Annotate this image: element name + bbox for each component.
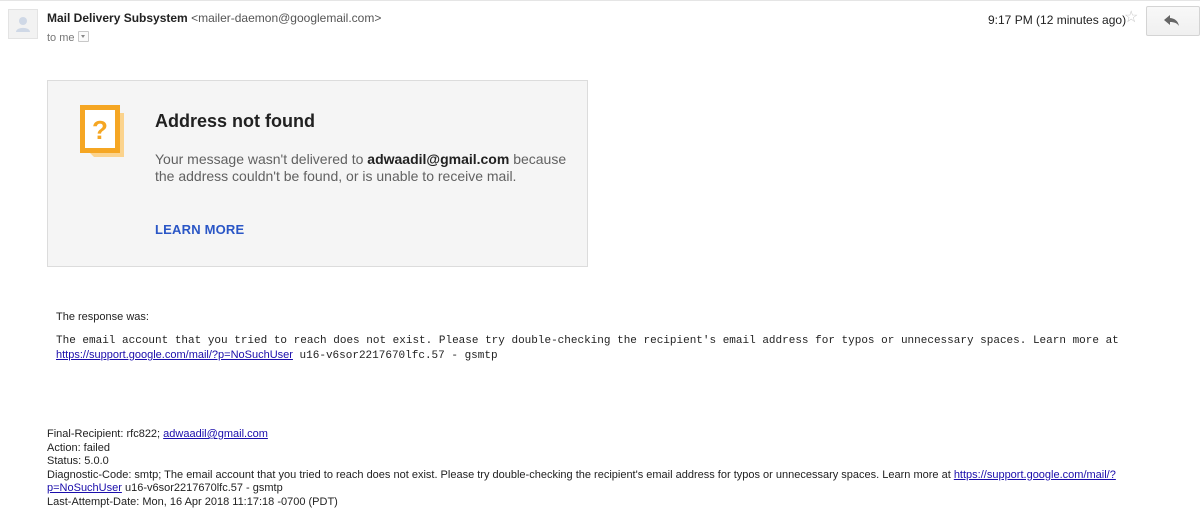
to-me-label: to me — [47, 32, 75, 44]
final-recipient: Final-Recipient: rfc822; adwaadil@gmail.… — [47, 428, 1197, 442]
status-line: Status: 5.0.0 — [47, 455, 109, 467]
sender: Mail Delivery Subsystem <mailer-daemon@g… — [47, 11, 381, 25]
card-message: Your message wasn't delivered to adwaadi… — [155, 151, 575, 185]
diagnostic-line-2: p=NoSuchUser u16-v6sor2217670lfc.57 - gs… — [47, 482, 1197, 496]
diagnostic-link-part2[interactable]: p=NoSuchUser — [47, 482, 122, 494]
question-glyph: ? — [92, 115, 108, 145]
response-body: The email account that you tried to reac… — [56, 334, 1196, 363]
response-line-2: https://support.google.com/mail/?p=NoSuc… — [56, 348, 1196, 363]
response-line-2-rest: u16-v6sor2217670lfc.57 - gsmtp — [292, 350, 498, 362]
action-line: Action: failed — [47, 441, 110, 454]
learn-more-link[interactable]: LEARN MORE — [155, 222, 244, 237]
final-recipient-email[interactable]: adwaadil@gmail.com — [163, 428, 268, 440]
card-msg-prefix: Your message wasn't delivered to — [155, 151, 368, 167]
question-mark-icon: ? — [80, 105, 124, 166]
support-link[interactable]: https://support.google.com/mail/?p=NoSuc… — [56, 349, 293, 361]
timestamp: 9:17 PM (12 minutes ago) — [988, 13, 1127, 27]
recipient-address: adwaadil@gmail.com — [367, 151, 510, 167]
diagnostic-text: Diagnostic-Code: smtp; The email account… — [47, 468, 954, 481]
last-attempt-date: Last-Attempt-Date: Mon, 16 Apr 2018 11:1… — [47, 495, 338, 508]
sender-name[interactable]: Mail Delivery Subsystem — [47, 11, 188, 25]
response-label: The response was: — [56, 311, 149, 323]
card-title: Address not found — [155, 111, 315, 131]
diagnostic-link-part1[interactable]: https://support.google.com/mail/? — [954, 469, 1116, 481]
final-recipient-label: Final-Recipient: rfc822; — [47, 428, 164, 440]
reply-button[interactable] — [1146, 6, 1200, 36]
diagnostic-rest: u16-v6sor2217670lfc.57 - gsmtp — [121, 482, 283, 494]
dropdown-icon[interactable] — [77, 31, 89, 42]
top-divider — [0, 0, 1200, 1]
bounce-card: ? Address not found Your message wasn't … — [47, 80, 588, 267]
star-icon[interactable]: ☆ — [1124, 10, 1138, 26]
delivery-status: Final-Recipient: rfc822; adwaadil@gmail.… — [47, 428, 1197, 509]
reply-icon — [1164, 15, 1179, 26]
response-line-1: The email account that you tried to reac… — [56, 335, 1119, 347]
diagnostic-line: Diagnostic-Code: smtp; The email account… — [47, 469, 1197, 483]
recipient-line: to me — [47, 31, 89, 44]
sender-email: <mailer-daemon@googlemail.com> — [191, 11, 382, 25]
avatar-icon[interactable] — [8, 9, 38, 39]
